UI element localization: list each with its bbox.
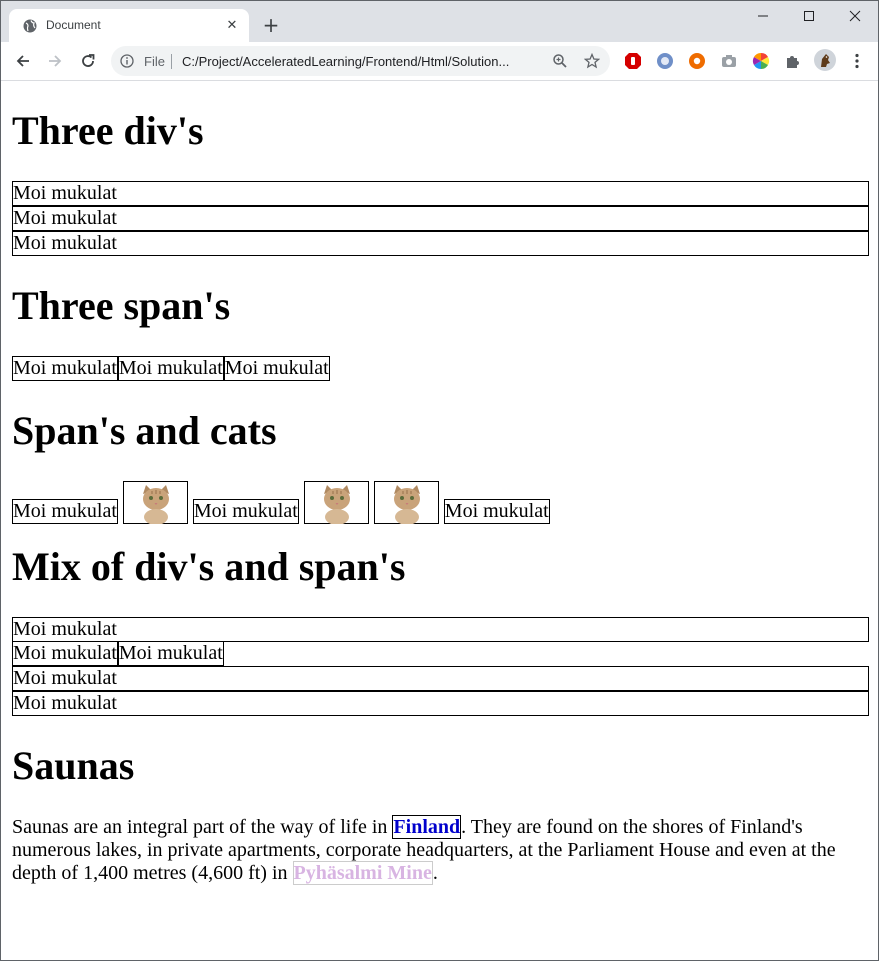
plus-icon[interactable]: + [259,14,283,38]
span-box: Moi mukulat [12,356,118,381]
close-icon[interactable]: ✕ [223,17,241,35]
reload-icon[interactable] [75,48,101,74]
div-box: Moi mukulat [12,617,869,642]
info-icon[interactable] [120,54,134,68]
cat-image [122,481,188,524]
sauna-paragraph: Saunas are an integral part of the way o… [12,815,869,885]
adblock-extension-icon[interactable] [623,51,643,71]
div-box: Moi mukulat [12,231,869,256]
span-box: Moi mukulat [117,642,224,666]
color-wheel-icon[interactable] [751,51,771,71]
heading-mix: Mix of div's and span's [12,544,406,589]
pyhasalmi-mine-link[interactable]: Pyhäsalmi Mine [292,861,433,885]
window-close-icon[interactable] [832,1,878,31]
profile-avatar[interactable] [814,49,836,71]
tab-title: Document [46,18,101,32]
browser-toolbar: File C:/Project/AcceleratedLearning/Fron… [1,42,878,81]
cat-image [303,481,369,524]
zoom-icon[interactable] [552,53,568,69]
div-box: Moi mukulat [12,181,869,206]
divider [171,54,172,69]
browser-tab[interactable]: Document ✕ [9,9,249,43]
maximize-icon[interactable] [786,1,832,31]
span-box: Moi mukulat [192,499,299,524]
span-box: Moi mukulat [443,499,550,524]
heading-saunas: Saunas [12,743,135,788]
heading-spans-and-cats: Span's and cats [12,408,277,453]
heading-three-divs: Three div's [12,108,204,153]
puzzle-icon[interactable] [783,51,803,71]
minimize-icon[interactable] [740,1,786,31]
tab-strip: Document ✕ + [1,0,878,43]
span-box: Moi mukulat [12,642,118,666]
div-box: Moi mukulat [12,666,869,691]
cat-image [373,481,439,524]
div-box: Moi mukulat [12,691,869,716]
extension-icon-orange[interactable] [687,51,707,71]
url-text[interactable]: C:/Project/AcceleratedLearning/Frontend/… [182,54,542,69]
span-row: Moi mukulat Moi mukulat [12,642,869,666]
forward-arrow-icon[interactable] [42,48,68,74]
span-box: Moi mukulat [223,356,330,381]
page-content: Three div's Moi mukulat Moi mukulat Moi … [12,81,869,885]
kebab-menu-icon[interactable] [847,51,867,71]
scheme-label: File [144,54,165,69]
heading-three-spans: Three span's [12,283,231,328]
div-box: Moi mukulat [12,206,869,231]
address-bar[interactable]: File C:/Project/AcceleratedLearning/Fron… [111,46,610,76]
span-box: Moi mukulat [12,499,118,524]
extension-icon-blue[interactable] [655,51,675,71]
camera-icon[interactable] [719,51,739,71]
span-row: Moi mukulat Moi mukulat Moi mukulat [12,356,869,381]
sauna-text: Saunas are an integral part of the way o… [12,816,393,838]
span-box: Moi mukulat [117,356,224,381]
finland-link[interactable]: Finland [392,815,462,839]
star-icon[interactable] [584,53,600,69]
globe-icon [23,19,37,33]
cats-row: Moi mukulat Moi mukulat Moi mukulat [12,481,869,525]
sauna-text: . [432,862,438,884]
back-arrow-icon[interactable] [10,48,36,74]
